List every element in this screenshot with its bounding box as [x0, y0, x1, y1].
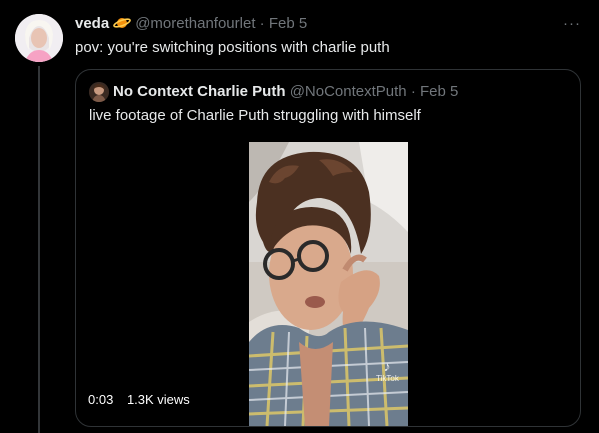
ringed-planet-icon: [113, 15, 132, 37]
tiktok-icon: ♪: [383, 358, 391, 374]
quoted-header: No Context Charlie Puth @NoContextPuth ·…: [113, 82, 458, 102]
video-time: 0:03: [88, 392, 114, 407]
timestamp[interactable]: Feb 5: [269, 15, 307, 32]
thread-line: [38, 66, 40, 433]
quoted-separator: ·: [410, 83, 416, 100]
tiktok-label: TikTok: [376, 374, 399, 383]
quoted-tweet[interactable]: No Context Charlie Puth @NoContextPuth ·…: [75, 69, 581, 427]
quoted-handle: @NoContextPuth: [289, 83, 407, 100]
avatar[interactable]: [15, 14, 63, 62]
video-meta: 0:03 1.3K views: [88, 392, 190, 408]
tiktok-watermark: ♪ TikTok: [376, 358, 399, 390]
quoted-text: live footage of Charlie Puth struggling …: [89, 107, 421, 124]
display-name[interactable]: veda: [75, 15, 109, 32]
quoted-avatar[interactable]: [89, 82, 109, 102]
video-views: 1.3K views: [126, 392, 190, 407]
more-options-icon[interactable]: ···: [563, 14, 581, 34]
separator: ·: [259, 15, 265, 32]
video-player[interactable]: ♪ TikTok: [249, 142, 408, 426]
quoted-timestamp: Feb 5: [419, 83, 459, 100]
handle[interactable]: @morethanfourlet: [135, 15, 255, 32]
tweet[interactable]: veda @morethanfourlet · Feb 5 ··· pov: yo…: [0, 0, 599, 433]
quoted-display-name: No Context Charlie Puth: [113, 83, 286, 100]
tweet-text: pov: you're switching positions with cha…: [75, 39, 390, 56]
tweet-header: veda @morethanfourlet · Feb 5: [75, 14, 307, 37]
